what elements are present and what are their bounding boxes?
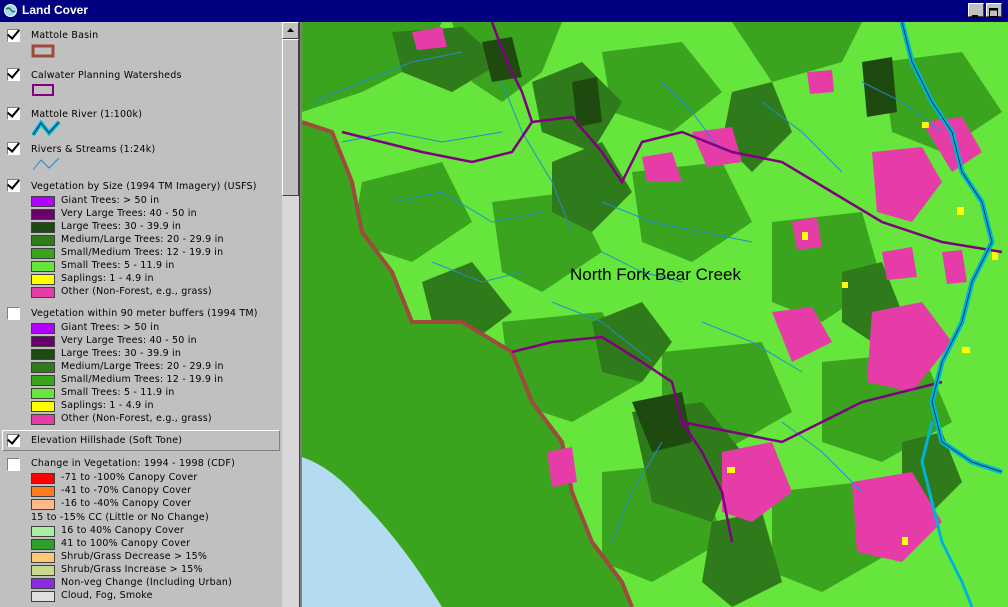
polygon-outline-symbol — [31, 44, 55, 58]
legend-label: Large Trees: 30 - 39.9 in — [61, 348, 182, 359]
theme-name-calwater[interactable]: Calwater Planning Watersheds — [31, 70, 182, 81]
map-feature-label: North Fork Bear Creek — [570, 265, 741, 284]
table-of-contents: Mattole Basin Calwater Planning Watershe… — [0, 22, 282, 607]
theme-name-veg-change[interactable]: Change in Vegetation: 1994 - 1998 (CDF) — [31, 458, 235, 469]
legend-swatch — [31, 248, 55, 259]
legend-swatch — [31, 473, 55, 484]
legend-label: Non-veg Change (Including Urban) — [61, 577, 233, 588]
legend-swatch — [31, 552, 55, 563]
legend-label: 16 to 40% Canopy Cover — [61, 525, 184, 536]
legend-swatch — [31, 539, 55, 550]
legend-label: Large Trees: 30 - 39.9 in — [61, 221, 182, 232]
legend-label: Small/Medium Trees: 12 - 19.9 in — [61, 247, 224, 258]
legend-label: Shrub/Grass Increase > 15% — [61, 564, 203, 575]
legend-label: Saplings: 1 - 4.9 in — [61, 273, 154, 284]
theme-checkbox-mattole-basin[interactable] — [7, 29, 20, 42]
legend-swatch — [31, 196, 55, 207]
legend-swatch — [31, 526, 55, 537]
minimize-icon — [972, 15, 978, 17]
legend-label: Medium/Large Trees: 20 - 29.9 in — [61, 234, 224, 245]
legend-swatch — [31, 375, 55, 386]
legend-swatch — [31, 323, 55, 334]
legend-label: Small Trees: 5 - 11.9 in — [61, 260, 175, 271]
theme-name-veg-size[interactable]: Vegetation by Size (1994 TM Imagery) (US… — [31, 181, 257, 192]
legend-swatch — [31, 336, 55, 347]
legend-swatch — [31, 261, 55, 272]
legend-label: Other (Non-Forest, e.g., grass) — [61, 413, 212, 424]
theme-name-veg-buffers[interactable]: Vegetation within 90 meter buffers (1994… — [31, 308, 258, 319]
legend-label: -41 to -70% Canopy Cover — [61, 485, 192, 496]
legend-label: Saplings: 1 - 4.9 in — [61, 400, 154, 411]
legend-label: Small/Medium Trees: 12 - 19.9 in — [61, 374, 224, 385]
map-view[interactable]: North Fork Bear Creek — [302, 22, 1008, 607]
theme-checkbox-veg-change[interactable] — [7, 458, 20, 471]
theme-name-rivers-streams[interactable]: Rivers & Streams (1:24k) — [31, 144, 155, 155]
legend-swatch — [31, 414, 55, 425]
legend-label-no-change: 15 to -15% CC (Little or No Change) — [31, 512, 209, 523]
theme-checkbox-mattole-river[interactable] — [7, 107, 20, 120]
legend-swatch — [31, 362, 55, 373]
theme-checkbox-hillshade[interactable] — [7, 434, 20, 447]
legend-label: Medium/Large Trees: 20 - 29.9 in — [61, 361, 224, 372]
legend-label: -16 to -40% Canopy Cover — [61, 498, 192, 509]
legend-label: Small Trees: 5 - 11.9 in — [61, 387, 175, 398]
legend-label: 41 to 100% Canopy Cover — [61, 538, 191, 549]
theme-checkbox-veg-size[interactable] — [7, 179, 20, 192]
polygon-outline-symbol — [32, 84, 54, 96]
river-line-symbol — [31, 119, 61, 137]
legend-swatch — [31, 287, 55, 298]
legend-label: Other (Non-Forest, e.g., grass) — [61, 286, 212, 297]
window-title: Land Cover — [22, 3, 89, 17]
legend-label: -71 to -100% Canopy Cover — [61, 472, 198, 483]
theme-name-mattole-basin[interactable]: Mattole Basin — [31, 30, 98, 41]
legend-label: Very Large Trees: 40 - 50 in — [61, 335, 197, 346]
legend-swatch — [31, 349, 55, 360]
maximize-button[interactable] — [986, 3, 1002, 17]
scroll-thumb[interactable] — [282, 39, 299, 196]
legend-swatch — [31, 591, 55, 602]
legend-label: Giant Trees: > 50 in — [61, 195, 160, 206]
legend-label: Cloud, Fog, Smoke — [61, 590, 153, 601]
globe-icon — [4, 4, 17, 17]
minimize-button[interactable] — [968, 3, 984, 17]
theme-checkbox-rivers-streams[interactable] — [7, 142, 20, 155]
legend-swatch — [31, 565, 55, 576]
legend-swatch — [31, 209, 55, 220]
legend-label: Shrub/Grass Decrease > 15% — [61, 551, 208, 562]
toc-scrollbar[interactable] — [282, 22, 299, 607]
arrow-up-icon — [287, 28, 294, 32]
legend-swatch — [31, 486, 55, 497]
theme-name-hillshade[interactable]: Elevation Hillshade (Soft Tone) — [31, 435, 182, 446]
legend-swatch — [31, 388, 55, 399]
maximize-icon — [989, 8, 998, 17]
legend-swatch — [31, 274, 55, 285]
scroll-up-button[interactable] — [282, 22, 299, 39]
legend-label: Very Large Trees: 40 - 50 in — [61, 208, 197, 219]
window-title-bar[interactable]: Land Cover — [0, 0, 1008, 22]
legend-swatch — [31, 222, 55, 233]
legend-swatch — [31, 401, 55, 412]
legend-swatch — [31, 499, 55, 510]
legend-swatch — [31, 578, 55, 589]
map-canvas — [302, 22, 1008, 607]
theme-checkbox-calwater[interactable] — [7, 68, 20, 81]
theme-checkbox-veg-buffers[interactable] — [7, 307, 20, 320]
stream-line-symbol — [32, 157, 60, 171]
legend-label: Giant Trees: > 50 in — [61, 322, 160, 333]
legend-swatch — [31, 235, 55, 246]
